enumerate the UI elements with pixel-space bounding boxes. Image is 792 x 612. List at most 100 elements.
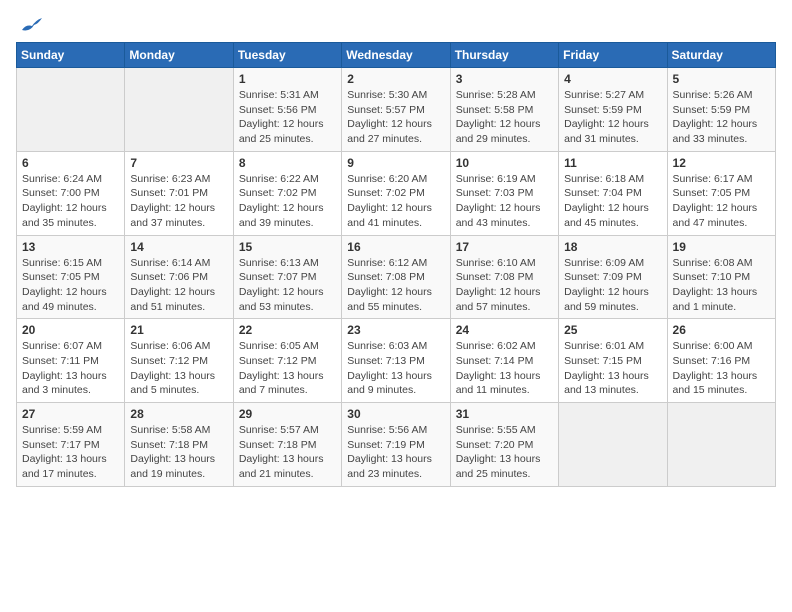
week-row-2: 6 Sunrise: 6:24 AMSunset: 7:00 PMDaylight… [17,151,776,235]
day-number: 7 [130,156,227,170]
header-monday: Monday [125,43,233,68]
calendar-cell: 13 Sunrise: 6:15 AMSunset: 7:05 PMDayligh… [17,235,125,319]
day-info: Sunrise: 6:09 AMSunset: 7:09 PMDaylight:… [564,256,661,315]
header-wednesday: Wednesday [342,43,450,68]
day-info: Sunrise: 6:02 AMSunset: 7:14 PMDaylight:… [456,339,553,398]
day-info: Sunrise: 6:10 AMSunset: 7:08 PMDaylight:… [456,256,553,315]
header-tuesday: Tuesday [233,43,341,68]
day-info: Sunrise: 6:08 AMSunset: 7:10 PMDaylight:… [673,256,770,315]
day-info: Sunrise: 6:19 AMSunset: 7:03 PMDaylight:… [456,172,553,231]
day-number: 24 [456,323,553,337]
page-header [16,16,776,34]
day-number: 2 [347,72,444,86]
calendar-cell: 16 Sunrise: 6:12 AMSunset: 7:08 PMDayligh… [342,235,450,319]
day-info: Sunrise: 6:03 AMSunset: 7:13 PMDaylight:… [347,339,444,398]
calendar-cell: 5 Sunrise: 5:26 AMSunset: 5:59 PMDaylight… [667,68,775,152]
day-info: Sunrise: 6:15 AMSunset: 7:05 PMDaylight:… [22,256,119,315]
header-thursday: Thursday [450,43,558,68]
calendar-table: SundayMondayTuesdayWednesdayThursdayFrid… [16,42,776,487]
day-number: 16 [347,240,444,254]
day-info: Sunrise: 6:23 AMSunset: 7:01 PMDaylight:… [130,172,227,231]
day-number: 5 [673,72,770,86]
calendar-cell: 19 Sunrise: 6:08 AMSunset: 7:10 PMDayligh… [667,235,775,319]
day-info: Sunrise: 5:58 AMSunset: 7:18 PMDaylight:… [130,423,227,482]
header-sunday: Sunday [17,43,125,68]
day-number: 22 [239,323,336,337]
calendar-cell: 2 Sunrise: 5:30 AMSunset: 5:57 PMDaylight… [342,68,450,152]
day-number: 30 [347,407,444,421]
day-number: 4 [564,72,661,86]
day-info: Sunrise: 6:22 AMSunset: 7:02 PMDaylight:… [239,172,336,231]
day-number: 29 [239,407,336,421]
calendar-cell: 8 Sunrise: 6:22 AMSunset: 7:02 PMDaylight… [233,151,341,235]
header-saturday: Saturday [667,43,775,68]
calendar-cell: 15Sunrise: 6:13 AMSunset: 7:07 PMDayligh… [233,235,341,319]
day-info: Sunrise: 5:56 AMSunset: 7:19 PMDaylight:… [347,423,444,482]
day-number: 14 [130,240,227,254]
calendar-cell: 12Sunrise: 6:17 AMSunset: 7:05 PMDayligh… [667,151,775,235]
day-info: Sunrise: 6:14 AMSunset: 7:06 PMDaylight:… [130,256,227,315]
calendar-cell: 28 Sunrise: 5:58 AMSunset: 7:18 PMDayligh… [125,403,233,487]
day-info: Sunrise: 5:59 AMSunset: 7:17 PMDaylight:… [22,423,119,482]
day-number: 23 [347,323,444,337]
day-info: Sunrise: 5:27 AMSunset: 5:59 PMDaylight:… [564,88,661,147]
day-info: Sunrise: 5:30 AMSunset: 5:57 PMDaylight:… [347,88,444,147]
calendar-cell: 26Sunrise: 6:00 AMSunset: 7:16 PMDayligh… [667,319,775,403]
calendar-cell: 3 Sunrise: 5:28 AMSunset: 5:58 PMDaylight… [450,68,558,152]
calendar-cell: 17 Sunrise: 6:10 AMSunset: 7:08 PMDayligh… [450,235,558,319]
calendar-cell: 27 Sunrise: 5:59 AMSunset: 7:17 PMDayligh… [17,403,125,487]
logo [16,16,42,34]
calendar-cell [559,403,667,487]
day-info: Sunrise: 5:28 AMSunset: 5:58 PMDaylight:… [456,88,553,147]
calendar-cell: 1 Sunrise: 5:31 AMSunset: 5:56 PMDaylight… [233,68,341,152]
logo-bird-icon [20,16,42,34]
week-row-1: 1 Sunrise: 5:31 AMSunset: 5:56 PMDaylight… [17,68,776,152]
day-number: 17 [456,240,553,254]
calendar-cell: 6 Sunrise: 6:24 AMSunset: 7:00 PMDaylight… [17,151,125,235]
calendar-cell: 14 Sunrise: 6:14 AMSunset: 7:06 PMDayligh… [125,235,233,319]
calendar-header-row: SundayMondayTuesdayWednesdayThursdayFrid… [17,43,776,68]
header-friday: Friday [559,43,667,68]
day-number: 11 [564,156,661,170]
calendar-cell: 4 Sunrise: 5:27 AMSunset: 5:59 PMDaylight… [559,68,667,152]
calendar-cell: 11 Sunrise: 6:18 AMSunset: 7:04 PMDayligh… [559,151,667,235]
day-number: 28 [130,407,227,421]
day-info: Sunrise: 6:17 AMSunset: 7:05 PMDaylight:… [673,172,770,231]
day-info: Sunrise: 6:13 AMSunset: 7:07 PMDaylight:… [239,256,336,315]
day-info: Sunrise: 5:31 AMSunset: 5:56 PMDaylight:… [239,88,336,147]
calendar-cell [667,403,775,487]
day-number: 10 [456,156,553,170]
calendar-cell: 25Sunrise: 6:01 AMSunset: 7:15 PMDayligh… [559,319,667,403]
calendar-cell [17,68,125,152]
day-number: 19 [673,240,770,254]
day-info: Sunrise: 6:12 AMSunset: 7:08 PMDaylight:… [347,256,444,315]
day-info: Sunrise: 5:26 AMSunset: 5:59 PMDaylight:… [673,88,770,147]
day-number: 3 [456,72,553,86]
day-info: Sunrise: 6:20 AMSunset: 7:02 PMDaylight:… [347,172,444,231]
calendar-cell: 23 Sunrise: 6:03 AMSunset: 7:13 PMDayligh… [342,319,450,403]
week-row-5: 27 Sunrise: 5:59 AMSunset: 7:17 PMDayligh… [17,403,776,487]
calendar-cell: 21Sunrise: 6:06 AMSunset: 7:12 PMDayligh… [125,319,233,403]
day-info: Sunrise: 6:24 AMSunset: 7:00 PMDaylight:… [22,172,119,231]
week-row-3: 13 Sunrise: 6:15 AMSunset: 7:05 PMDayligh… [17,235,776,319]
day-number: 31 [456,407,553,421]
day-number: 20 [22,323,119,337]
day-info: Sunrise: 6:05 AMSunset: 7:12 PMDaylight:… [239,339,336,398]
day-number: 26 [673,323,770,337]
day-info: Sunrise: 6:01 AMSunset: 7:15 PMDaylight:… [564,339,661,398]
calendar-cell: 30 Sunrise: 5:56 AMSunset: 7:19 PMDayligh… [342,403,450,487]
day-info: Sunrise: 6:18 AMSunset: 7:04 PMDaylight:… [564,172,661,231]
calendar-cell [125,68,233,152]
day-number: 1 [239,72,336,86]
day-number: 13 [22,240,119,254]
day-number: 9 [347,156,444,170]
day-number: 27 [22,407,119,421]
day-info: Sunrise: 5:57 AMSunset: 7:18 PMDaylight:… [239,423,336,482]
calendar-cell: 24 Sunrise: 6:02 AMSunset: 7:14 PMDayligh… [450,319,558,403]
day-info: Sunrise: 5:55 AMSunset: 7:20 PMDaylight:… [456,423,553,482]
calendar-cell: 20Sunrise: 6:07 AMSunset: 7:11 PMDayligh… [17,319,125,403]
day-number: 8 [239,156,336,170]
day-info: Sunrise: 6:06 AMSunset: 7:12 PMDaylight:… [130,339,227,398]
day-number: 6 [22,156,119,170]
calendar-cell: 18Sunrise: 6:09 AMSunset: 7:09 PMDayligh… [559,235,667,319]
